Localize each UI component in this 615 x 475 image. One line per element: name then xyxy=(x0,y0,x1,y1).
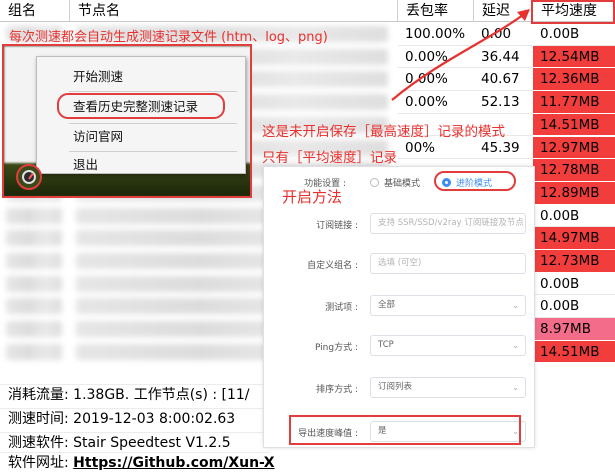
packet-loss-cell: 0.00% xyxy=(398,91,474,114)
blurred-group-cell xyxy=(6,230,62,247)
software-site: 软件网址: Https://Github.com/Xun-X xyxy=(0,452,275,473)
avg-speed-cell: 14.51MB xyxy=(533,113,615,137)
avg-speed-cell: 0.00B xyxy=(533,204,615,228)
blurred-group-cell xyxy=(6,321,62,338)
avg-speed-cell: 8.97MB xyxy=(533,318,615,341)
column-header-node[interactable]: 节点名 xyxy=(70,0,398,22)
blurred-group-cell xyxy=(6,275,62,292)
github-link[interactable]: Https://Github.com/Xun-X xyxy=(73,455,274,471)
menu-item-exit[interactable]: 退出 xyxy=(73,155,98,175)
avg-speed-cell: 12.89MB xyxy=(533,181,615,205)
avg-speed-cell: 14.97MB xyxy=(533,227,615,250)
settings-field-label: 自定义组名 : xyxy=(307,261,358,271)
packet-loss-cell: 100.00% xyxy=(398,23,474,46)
settings-panel-screenshot: 功能设置 : 基础模式 进阶模式 订阅链接 : 支持 SSR/SSD/v2ray … xyxy=(263,166,535,448)
chevron-down-icon: ⌄ xyxy=(512,341,519,350)
auto-log-annotation: 每次测速都会自动生成测速记录文件 (htm、log、png) xyxy=(9,30,328,45)
settings-field-label: 订阅链接 : xyxy=(316,221,358,231)
settings-dropdown[interactable]: 全部 ⌄ xyxy=(370,295,526,316)
avg-speed-column-highlight xyxy=(531,0,615,24)
avg-only-annotation: 只有［平均速度］记录 xyxy=(262,150,397,166)
avg-speed-cell: 0.00B xyxy=(533,23,615,46)
packet-loss-cell: 0.00% xyxy=(398,68,474,92)
settings-field-label: 排序方式 : xyxy=(316,385,358,395)
blurred-group-cell xyxy=(6,207,62,224)
settings-input[interactable]: 支持 SSR/SSD/v2ray 订阅链接及节点 xyxy=(370,213,526,234)
chevron-down-icon: ⌄ xyxy=(512,301,519,310)
settings-field-value: 支持 SSR/SSD/v2ray 订阅链接及节点 xyxy=(378,218,524,228)
packet-loss-cell: 0.00% xyxy=(398,46,474,69)
menu-separator xyxy=(69,91,237,92)
settings-field-value: TCP xyxy=(378,340,394,350)
avg-speed-cell: 12.54MB xyxy=(533,45,615,69)
speedometer-icon[interactable] xyxy=(16,164,42,190)
settings-field-value: 选填 (可空) xyxy=(378,258,422,268)
chevron-down-icon: ⌄ xyxy=(512,383,519,392)
test-time: 测速时间: 2019-12-03 8:00:02.63 xyxy=(0,408,270,429)
avg-speed-cell: 0.00B xyxy=(533,295,615,319)
history-item-highlight xyxy=(57,93,225,119)
basic-mode-radio[interactable] xyxy=(370,178,379,187)
blurred-group-cell xyxy=(6,253,62,269)
menu-separator xyxy=(69,123,237,124)
blurred-group-cell xyxy=(6,298,62,315)
settings-field-value: 全部 xyxy=(378,300,396,310)
column-header-ping[interactable]: 延迟 xyxy=(474,0,533,22)
ping-cell: 36.44 xyxy=(474,46,533,69)
column-header-group[interactable]: 组名 xyxy=(0,0,70,22)
site-label: 软件网址: xyxy=(8,455,74,471)
tray-context-menu: 开始测速 查看历史完整测速记录 访问官网 退出 xyxy=(36,56,246,174)
settings-dropdown[interactable]: TCP ⌄ xyxy=(370,335,526,356)
tray-menu-screenshot: 开始测速 查看历史完整测速记录 访问官网 退出 xyxy=(2,44,252,198)
column-header-packet-loss[interactable]: 丢包率 xyxy=(398,0,474,22)
avg-speed-cell: 12.36MB xyxy=(533,68,615,92)
basic-mode-label: 基础模式 xyxy=(384,179,421,189)
menu-item-start-test[interactable]: 开始测速 xyxy=(73,67,123,87)
avg-speed-cell: 0.00B xyxy=(533,272,615,296)
settings-dropdown[interactable]: 订阅列表 ⌄ xyxy=(370,377,526,398)
advanced-mode-highlight xyxy=(434,171,516,191)
ping-cell: 52.13 xyxy=(474,91,533,114)
ping-cell: 40.67 xyxy=(474,68,533,92)
traffic-summary: 消耗流量: 1.38GB. 工作节点(s) : [11/ xyxy=(0,384,270,405)
avg-speed-cell: 14.51MB xyxy=(533,340,615,364)
avg-speed-cell: 12.78MB xyxy=(533,159,615,182)
settings-field-label: 测试项 : xyxy=(325,303,358,313)
settings-field-label: Ping方式 : xyxy=(314,343,358,353)
settings-field-value: 订阅列表 xyxy=(378,382,413,392)
enable-method-annotation: 开启方法 xyxy=(282,188,343,206)
blurred-group-cell xyxy=(6,343,62,360)
avg-speed-cell: 11.77MB xyxy=(533,91,615,114)
menu-item-visit-website[interactable]: 访问官网 xyxy=(73,127,123,147)
export-peak-highlight xyxy=(289,415,521,445)
ping-cell: 0.00 xyxy=(474,23,533,46)
mode-note-annotation: 这是未开启保存［最高速度］记录的模式 xyxy=(262,124,505,140)
avg-speed-cell: 12.97MB xyxy=(533,136,615,160)
avg-speed-cell: 12.73MB xyxy=(533,250,615,273)
software-name: 测速软件: Stair Speedtest V1.2.5 xyxy=(0,432,270,453)
settings-input[interactable]: 选填 (可空) xyxy=(370,253,526,274)
menu-separator xyxy=(69,151,237,152)
